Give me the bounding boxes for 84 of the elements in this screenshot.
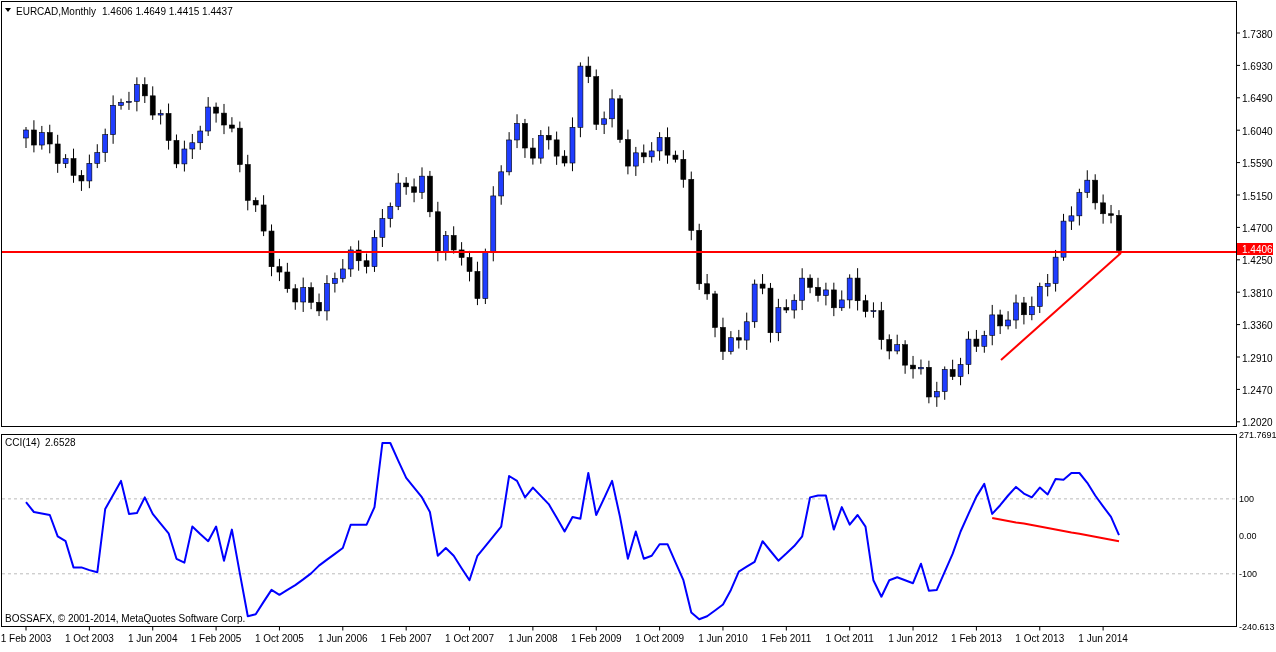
copyright-text: BOSSAFX, © 2001-2014, MetaQuotes Software Corp. [5,613,246,624]
candle [910,355,916,380]
date-axis-label: 1 Jun 2004 [127,633,178,644]
candle [918,359,924,376]
date-axis-label: 1 Feb 2013 [951,633,1002,644]
price-axis-label: 1.2910 [1242,352,1273,364]
candle [1013,294,1019,330]
price-axis-label: 1.2470 [1242,384,1273,396]
price-axis-label: 1.5150 [1242,190,1273,202]
axis-label: -100 [1239,568,1257,579]
candle [514,113,520,149]
candle [617,94,623,144]
candle [1100,194,1106,225]
candle [427,170,433,218]
candle [221,103,227,135]
price-axis-label: 1.7380 [1242,28,1273,40]
date-axis-label: 1 Oct 2009 [635,633,685,644]
axis-label: -240.613 [1239,621,1275,632]
candle [902,339,908,375]
date-axis-label: 1 Oct 2003 [64,633,114,644]
candle [23,126,29,149]
candle [229,116,235,133]
candle [720,317,726,361]
candle [522,118,528,159]
price-axis-label: 1.6040 [1242,125,1273,137]
candle [324,274,330,321]
price-axis-label: 1.4250 [1242,255,1273,267]
candle [807,273,813,294]
price-axis-label: 1.3810 [1242,287,1273,299]
date-axis-label: 1 Oct 2005 [255,633,304,644]
date-axis-label: 1 Feb 2009 [570,633,622,644]
trend-line[interactable] [1000,252,1122,361]
ohlc-values: 1.4606 1.4649 1.4415 1.4437 [102,6,233,17]
candle [823,282,829,306]
indicator-value: 2.6528 [45,437,76,448]
axis-label: 271.7691 [1239,429,1276,440]
candle [126,91,132,111]
date-axis-label: 1 Feb 2011 [761,633,812,644]
price-axis-label: 1.2020 [1242,417,1273,428]
candle [609,88,615,128]
date-axis-label: 1 Feb 2005 [190,633,242,644]
date-axis-label: 1 Jun 2010 [698,633,748,644]
candle [316,293,322,317]
indicator-name: CCI(14) [5,437,40,448]
candle [1021,296,1027,325]
candle [308,281,314,310]
candle [704,273,710,301]
price-axis-label: 1.3360 [1242,320,1273,332]
candle [926,360,932,404]
candle [31,119,37,153]
date-axis-label: 1 Feb 2007 [380,633,432,644]
axis-label: 0.00 [1239,531,1257,542]
candle [815,277,821,303]
price-level-tag: 1.4406 [1237,243,1273,255]
candle [332,272,338,294]
date-axis-label: 1 Jun 2014 [1078,633,1128,644]
price-axis-label: 1.4700 [1242,222,1273,234]
candle [419,166,425,200]
price-axis-label: 1.6930 [1242,60,1273,72]
candle [1005,310,1011,330]
triangle-icon[interactable] [5,8,11,12]
candle [728,330,734,355]
candle [530,137,536,166]
date-axis-label: 1 Feb 2003 [0,633,52,644]
candle [213,102,219,124]
candle [1116,209,1122,255]
date-axis-label: 1 Jun 2006 [318,633,368,644]
price-axis-label: 1.6490 [1242,93,1273,105]
candle [110,94,116,145]
date-axis-label: 1 Jun 2012 [888,633,938,644]
candle [411,178,417,203]
price-axis-label: 1.5590 [1242,158,1273,170]
candle [118,98,124,111]
candle [712,290,718,338]
date-axis-label: 1 Jun 2008 [508,633,558,644]
candle [625,129,631,175]
axis-label: 100 [1239,493,1255,504]
date-axis-label: 1 Oct 2011 [825,633,874,644]
candle [1108,204,1114,224]
date-axis-label: 1 Oct 2007 [445,633,494,644]
date-axis-label: 1 Oct 2013 [1015,633,1065,644]
candle [506,131,512,176]
candle [134,76,140,112]
chart-symbol: EURCAD,Monthly [16,6,97,17]
